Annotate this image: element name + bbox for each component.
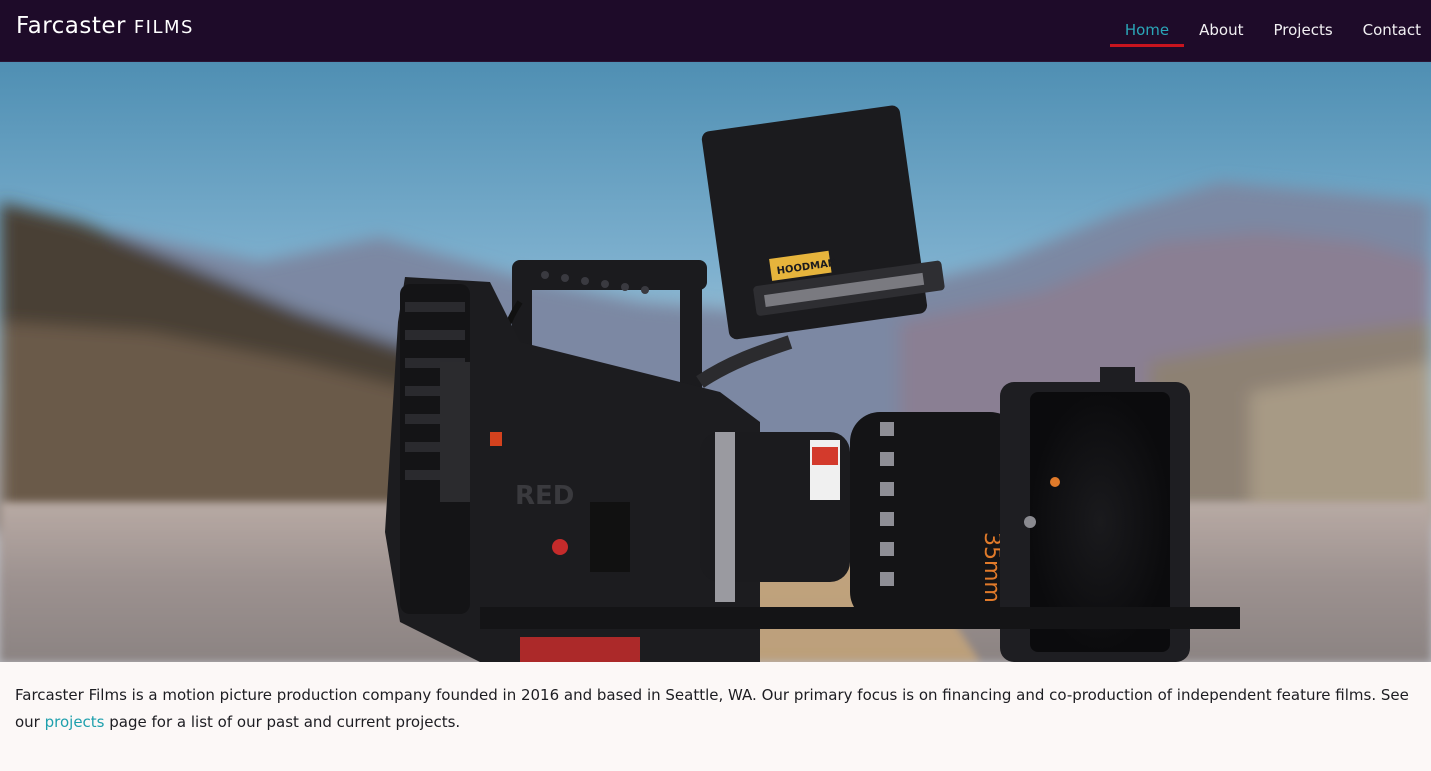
brand-logo[interactable]: Farcaster Films	[16, 13, 194, 39]
svg-text:RED: RED	[515, 481, 574, 511]
projects-link[interactable]: projects	[45, 713, 105, 731]
intro-text-end: page for a list of our past and current …	[104, 713, 461, 731]
hero-image: RED HOODMAN 35mm	[0, 62, 1431, 662]
top-navbar: Farcaster Films Home About Projects Cont…	[0, 0, 1431, 62]
nav-projects[interactable]: Projects	[1259, 0, 1348, 61]
brand-name-first: Farcaster	[16, 13, 127, 39]
nav-contact[interactable]: Contact	[1348, 0, 1431, 61]
nav-home[interactable]: Home	[1109, 0, 1185, 61]
brand-name-second: Films	[133, 17, 194, 38]
intro-paragraph: Farcaster Films is a motion picture prod…	[15, 682, 1420, 736]
main-nav: Home About Projects Contact	[1109, 0, 1431, 61]
hero-photo-camera: RED HOODMAN 35mm	[0, 62, 1431, 662]
nav-about[interactable]: About	[1184, 0, 1258, 61]
